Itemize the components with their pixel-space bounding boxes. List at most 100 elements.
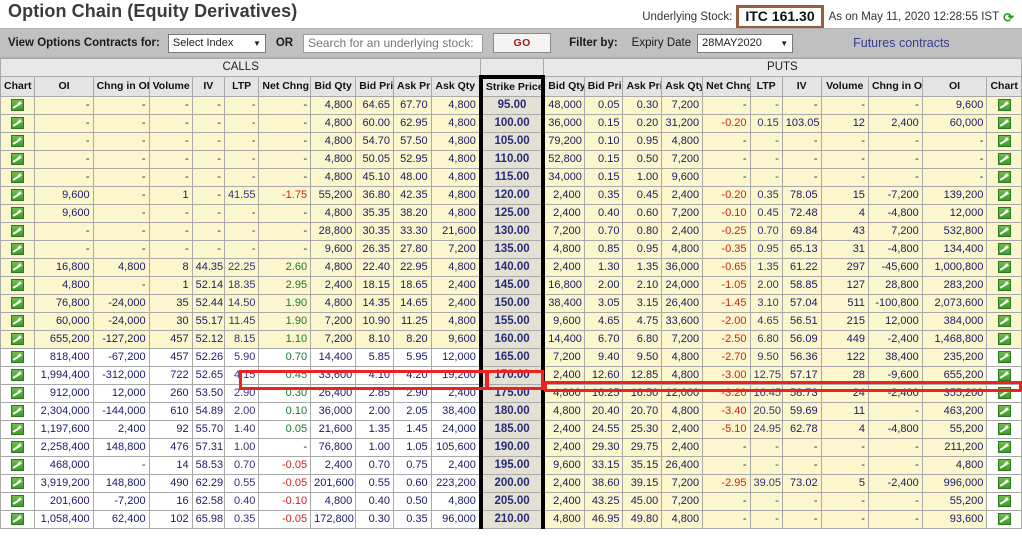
put-col-ask-qty[interactable]: Ask Qty — [662, 77, 703, 97]
chart-icon — [11, 387, 24, 399]
call-col-volume[interactable]: Volume — [149, 77, 192, 97]
put-chart-button[interactable] — [987, 438, 1022, 456]
put-col-ltp[interactable]: LTP — [750, 77, 782, 97]
call-ask-qty: 38,400 — [431, 402, 481, 420]
strike-price-cell: 130.00 — [481, 222, 543, 240]
strike-price-cell: 175.00 — [481, 384, 543, 402]
call-chart-button[interactable] — [1, 222, 35, 240]
call-chart-button[interactable] — [1, 150, 35, 168]
call-col-iv[interactable]: IV — [192, 77, 224, 97]
call-col-net-chng[interactable]: Net Chng — [259, 77, 311, 97]
call-chart-button[interactable] — [1, 114, 35, 132]
put-col-volume[interactable]: Volume — [821, 77, 868, 97]
put-chart-button[interactable] — [987, 240, 1022, 258]
call-iv: 57.31 — [192, 438, 224, 456]
call-chart-button[interactable] — [1, 384, 35, 402]
put-volume: 31 — [821, 240, 868, 258]
call-chart-button[interactable] — [1, 294, 35, 312]
chart-icon — [11, 459, 24, 471]
call-chart-button[interactable] — [1, 510, 35, 528]
put-chart-button[interactable] — [987, 168, 1022, 186]
call-net-chng: 1.90 — [259, 294, 311, 312]
put-col-net-chng[interactable]: Net Chng — [703, 77, 750, 97]
put-ask-qty: 4,800 — [662, 366, 703, 384]
go-button[interactable]: GO — [493, 33, 551, 53]
put-chart-button[interactable] — [987, 132, 1022, 150]
expiry-date-select[interactable]: 28MAY2020 ▼ — [697, 34, 793, 53]
call-chart-button[interactable] — [1, 456, 35, 474]
search-input[interactable] — [303, 34, 483, 53]
refresh-icon[interactable]: ⟳ — [1003, 12, 1014, 23]
put-chart-button[interactable] — [987, 150, 1022, 168]
call-chart-button[interactable] — [1, 240, 35, 258]
call-chng-oi: - — [93, 186, 149, 204]
as-on-timestamp: As on May 11, 2020 12:28:55 IST — [824, 11, 999, 23]
call-chart-button[interactable] — [1, 204, 35, 222]
call-net-chng: - — [259, 438, 311, 456]
put-chart-button[interactable] — [987, 294, 1022, 312]
futures-contracts-link[interactable]: Futures contracts — [853, 36, 950, 50]
put-chart-button[interactable] — [987, 384, 1022, 402]
call-chart-button[interactable] — [1, 438, 35, 456]
call-chart-button[interactable] — [1, 258, 35, 276]
put-chart-button[interactable] — [987, 420, 1022, 438]
put-chart-button[interactable] — [987, 402, 1022, 420]
call-ltp: 14.50 — [224, 294, 258, 312]
put-chart-button[interactable] — [987, 276, 1022, 294]
put-chart-button[interactable] — [987, 96, 1022, 114]
put-col-oi[interactable]: OI — [922, 77, 987, 97]
call-col-ltp[interactable]: LTP — [224, 77, 258, 97]
call-volume: 1 — [149, 276, 192, 294]
call-chart-button[interactable] — [1, 492, 35, 510]
put-chart-button[interactable] — [987, 204, 1022, 222]
chart-icon — [11, 207, 24, 219]
put-col-bid-qty[interactable]: Bid Qty — [543, 77, 584, 97]
call-chart-button[interactable] — [1, 474, 35, 492]
put-chart-button[interactable] — [987, 456, 1022, 474]
call-col-ask-qty[interactable]: Ask Qty — [431, 77, 481, 97]
call-chng-oi: - — [93, 276, 149, 294]
put-chart-button[interactable] — [987, 186, 1022, 204]
call-col-ask-price[interactable]: Ask Price — [393, 77, 431, 97]
call-chart-button[interactable] — [1, 186, 35, 204]
call-chart-button[interactable] — [1, 420, 35, 438]
put-volume: - — [821, 150, 868, 168]
call-col-chng-in-oi[interactable]: Chng in OI — [93, 77, 149, 97]
chart-icon — [998, 423, 1011, 435]
put-col-iv[interactable]: IV — [782, 77, 821, 97]
put-ltp: - — [750, 168, 782, 186]
put-chart-button[interactable] — [987, 330, 1022, 348]
call-col-bid-price[interactable]: Bid Price — [356, 77, 394, 97]
call-chart-button[interactable] — [1, 168, 35, 186]
put-chart-button[interactable] — [987, 510, 1022, 528]
put-col-chart[interactable]: Chart — [987, 77, 1022, 97]
put-col-chng-in-oi[interactable]: Chng in OI — [868, 77, 922, 97]
call-chart-button[interactable] — [1, 312, 35, 330]
call-chart-button[interactable] — [1, 276, 35, 294]
put-ask-qty: 7,200 — [662, 474, 703, 492]
put-chart-button[interactable] — [987, 366, 1022, 384]
call-chart-button[interactable] — [1, 330, 35, 348]
put-chart-button[interactable] — [987, 348, 1022, 366]
put-chart-button[interactable] — [987, 474, 1022, 492]
put-chart-button[interactable] — [987, 258, 1022, 276]
call-chart-button[interactable] — [1, 402, 35, 420]
call-col-bid-qty[interactable]: Bid Qty — [311, 77, 356, 97]
call-col-chart[interactable]: Chart — [1, 77, 35, 97]
put-chart-button[interactable] — [987, 114, 1022, 132]
call-chart-button[interactable] — [1, 132, 35, 150]
put-chart-button[interactable] — [987, 312, 1022, 330]
put-col-bid-price[interactable]: Bid Price — [584, 77, 623, 97]
table-row: 1,197,6002,4009255.701.400.0521,6001.351… — [1, 420, 1022, 438]
put-col-ask-price[interactable]: Ask Price — [623, 77, 662, 97]
index-select[interactable]: Select Index ▼ — [168, 34, 266, 53]
put-chart-button[interactable] — [987, 492, 1022, 510]
call-chart-button[interactable] — [1, 96, 35, 114]
put-chart-button[interactable] — [987, 222, 1022, 240]
call-chart-button[interactable] — [1, 348, 35, 366]
call-ask-qty: 24,000 — [431, 420, 481, 438]
call-oi: 60,000 — [35, 312, 93, 330]
call-col-oi[interactable]: OI — [35, 77, 93, 97]
call-chart-button[interactable] — [1, 366, 35, 384]
strike-price-col[interactable]: Strike Price — [481, 77, 543, 97]
